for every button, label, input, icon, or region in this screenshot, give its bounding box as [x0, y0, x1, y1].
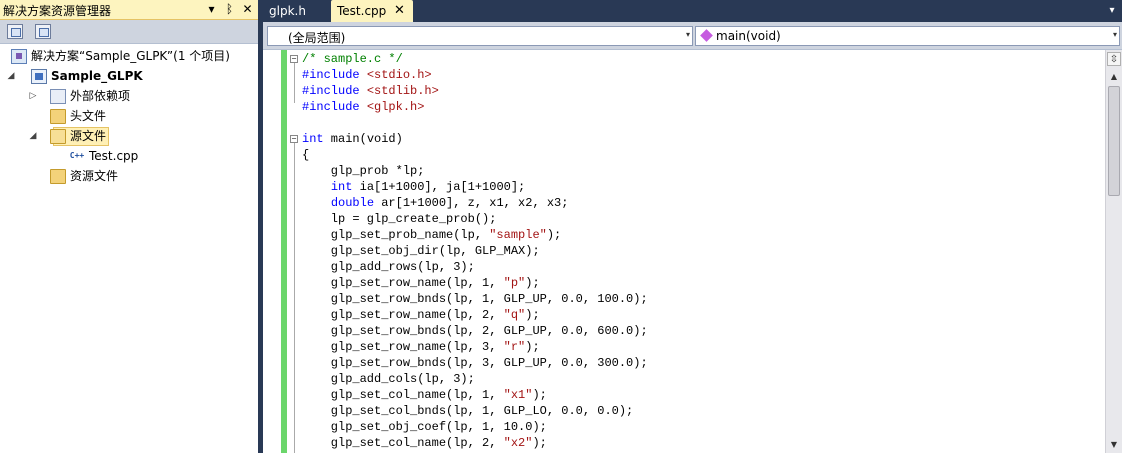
code-line: glp_prob *lp; [302, 164, 425, 178]
code-line: int ia[1+1000], ja[1+1000]; [330, 180, 526, 194]
code-line: #include <stdlib.h> [302, 84, 439, 98]
scroll-up-icon[interactable]: ▲ [1106, 70, 1122, 84]
code-line: glp_set_obj_coef(lp, 1, 10.0); [302, 420, 547, 434]
fold-toggle-icon[interactable]: − [290, 135, 298, 143]
tab-label: Test.cpp [337, 4, 387, 18]
code-line: glp_set_row_name(lp, 3, "r"); [302, 340, 540, 354]
window-position-dropdown-icon[interactable]: ▾ [204, 1, 219, 18]
code-line: glp_set_row_bnds(lp, 1, GLP_UP, 0.0, 100… [302, 292, 648, 306]
tab-list-dropdown-icon[interactable]: ▾ [1106, 2, 1118, 20]
code-line: glp_set_row_name(lp, 2, "q"); [302, 308, 540, 322]
cpp-file-icon: C++ [69, 151, 85, 160]
tree-item-label: 资源文件 [70, 169, 119, 183]
code-line: /* sample.c */ [302, 52, 403, 66]
code-line: glp_set_col_name(lp, 1, "x1"); [302, 388, 547, 402]
vertical-scrollbar[interactable]: ⇳ ▲ ▼ [1105, 50, 1122, 453]
tree-item-project[interactable]: ◢ Sample_GLPK [0, 67, 258, 86]
code-line: ​ [302, 115, 1102, 131]
solution-icon [11, 49, 27, 64]
scrollbar-thumb[interactable] [1108, 86, 1120, 196]
code-line: double ar[1+1000], z, x1, x2, x3; [330, 196, 569, 210]
fold-guide [294, 63, 295, 103]
code-line: glp_add_cols(lp, 3); [302, 372, 475, 386]
fold-toggle-icon[interactable]: − [290, 55, 298, 63]
code-line: glp_set_col_name(lp, 2, "x2"); [302, 436, 547, 450]
scope-dropdown-value: (全局范围) [288, 31, 346, 45]
scroll-down-icon[interactable]: ▼ [1106, 439, 1122, 451]
tree-item-label: 外部依赖项 [70, 89, 131, 103]
document-tab-strip: glpk.h Test.cpp ✕ ▾ [263, 0, 1122, 22]
member-dropdown[interactable]: main(void) ▾ [695, 26, 1120, 46]
dropdown-arrow-icon: ▾ [1112, 30, 1117, 39]
collapse-twisty-icon[interactable]: ▷ [28, 87, 38, 106]
tree-item-label: Test.cpp [89, 149, 139, 163]
solution-explorer-titlebar: 解决方案资源管理器 ▾ ᛒ ✕ [0, 0, 258, 20]
tab-glpk-h[interactable]: glpk.h [263, 0, 331, 22]
dropdown-arrow-icon: ▾ [685, 30, 690, 39]
code-editor: (全局范围) ▾ main(void) ▾ − − /* sample.c */… [263, 22, 1122, 453]
tree-item-external-dependencies[interactable]: ▷ 外部依赖项 [0, 87, 258, 106]
code-line: int main(void) [302, 132, 403, 146]
code-line: glp_set_row_bnds(lp, 2, GLP_UP, 0.0, 600… [302, 324, 648, 338]
tree-item-test-cpp[interactable]: C++ Test.cpp [0, 147, 258, 166]
solution-explorer-toolbar [0, 20, 258, 44]
code-line: glp_set_row_bnds(lp, 3, GLP_UP, 0.0, 300… [302, 356, 648, 370]
navigation-bar: (全局范围) ▾ main(void) ▾ [263, 22, 1122, 50]
tree-item-label: 源文件 [70, 129, 107, 143]
code-line: lp = glp_create_prob(); [302, 212, 497, 226]
expand-twisty-icon[interactable]: ◢ [6, 67, 16, 86]
tree-item-label: 头文件 [70, 109, 107, 123]
code-line: glp_set_prob_name(lp, "sample"); [302, 228, 562, 242]
code-line: { [302, 148, 310, 162]
split-window-icon[interactable]: ⇳ [1107, 52, 1121, 66]
tree-item-solution[interactable]: 解决方案“Sample_GLPK”(1 个项目) [0, 47, 258, 66]
tree-item-source-files[interactable]: ◢ 源文件 [0, 127, 258, 146]
tree-item-header-files[interactable]: 头文件 [0, 107, 258, 126]
fold-guide [294, 143, 295, 453]
folder-icon [50, 169, 66, 184]
tree-item-label: Sample_GLPK [51, 69, 143, 83]
pin-icon[interactable]: ᛒ [222, 1, 237, 18]
tree-item-resource-files[interactable]: 资源文件 [0, 167, 258, 186]
open-folder-icon [50, 129, 66, 144]
tab-label: glpk.h [269, 4, 306, 18]
show-all-files-icon[interactable] [35, 24, 51, 39]
solution-explorer-panel: 解决方案资源管理器 ▾ ᛒ ✕ 解决方案“Sample_GLPK”(1 个项目)… [0, 0, 258, 453]
method-icon [700, 29, 713, 42]
folder-icon [50, 109, 66, 124]
code-line: glp_add_rows(lp, 3); [302, 260, 475, 274]
close-panel-icon[interactable]: ✕ [240, 1, 255, 18]
tab-test-cpp[interactable]: Test.cpp ✕ [331, 0, 413, 22]
tree-item-label: 解决方案“Sample_GLPK”(1 个项目) [31, 49, 230, 63]
properties-icon[interactable] [7, 24, 23, 39]
expand-twisty-icon[interactable]: ◢ [28, 127, 38, 146]
code-line: glp_set_row_name(lp, 1, "p"); [302, 276, 540, 290]
close-tab-icon[interactable]: ✕ [394, 0, 405, 22]
dependencies-icon [50, 89, 66, 104]
code-line: glp_set_obj_dir(lp, GLP_MAX); [302, 244, 540, 258]
code-line: #include <stdio.h> [302, 68, 432, 82]
project-icon [31, 69, 47, 84]
code-line: glp_set_col_bnds(lp, 1, GLP_LO, 0.0, 0.0… [302, 404, 634, 418]
member-dropdown-value: main(void) [716, 29, 781, 43]
code-line: #include <glpk.h> [302, 100, 425, 114]
code-text-area[interactable]: /* sample.c */ #include <stdio.h> #include… [302, 51, 1102, 453]
scope-dropdown[interactable]: (全局范围) ▾ [267, 26, 693, 46]
change-tracking-bar [281, 50, 287, 453]
solution-explorer-title: 解决方案资源管理器 [3, 4, 112, 18]
